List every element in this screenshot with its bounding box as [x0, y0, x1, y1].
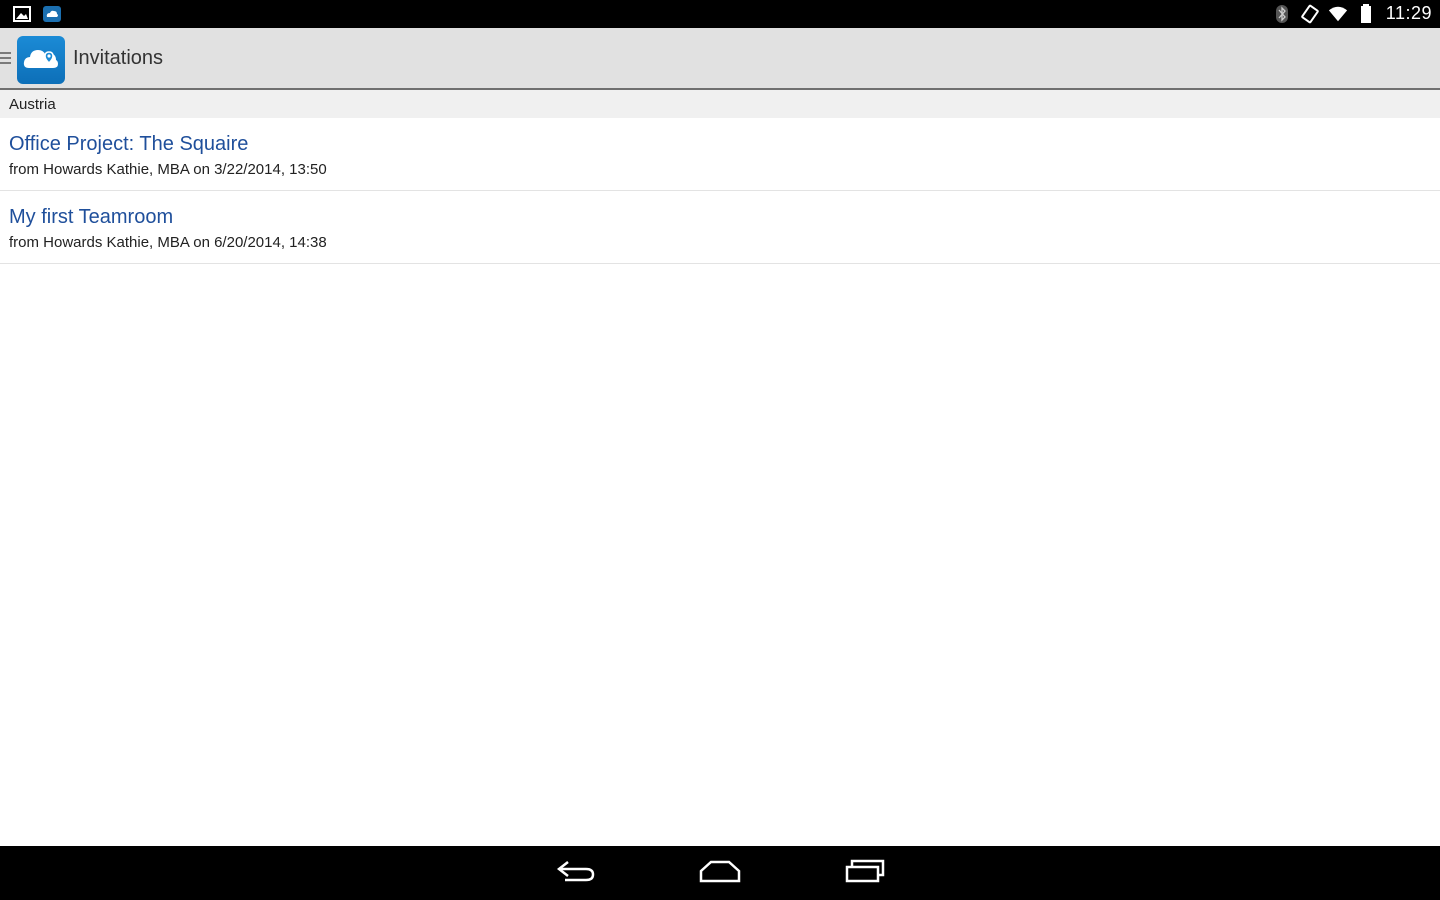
page-title: Invitations	[73, 47, 164, 69]
screen: 11:29 Invitations Austria Office Project…	[0, 0, 1440, 900]
invitation-title: Office Project: The Squaire	[9, 133, 249, 155]
gallery-icon	[12, 4, 32, 24]
bluetooth-icon	[1272, 4, 1292, 24]
action-bar: Invitations	[0, 28, 1440, 90]
status-time: 11:29	[1385, 3, 1432, 23]
app-home-button[interactable]	[17, 36, 65, 84]
invitation-subtitle: from Howards Kathie, MBA on 3/22/2014, 1…	[9, 161, 327, 178]
menu-icon[interactable]	[0, 52, 12, 66]
invitation-title: My first Teamroom	[9, 206, 174, 228]
navigation-bar	[0, 846, 1440, 900]
recent-apps-button[interactable]	[840, 858, 890, 888]
wifi-icon	[1328, 4, 1348, 24]
invitation-item[interactable]: Office Project: The Squaire from Howards…	[0, 118, 1440, 191]
section-header: Austria	[0, 90, 1440, 118]
status-bar: 11:29	[0, 0, 1440, 28]
cloud-location-icon	[23, 44, 59, 77]
invitations-list: Office Project: The Squaire from Howards…	[0, 118, 1440, 264]
app-notification-icon	[42, 4, 62, 24]
invitation-subtitle: from Howards Kathie, MBA on 6/20/2014, 1…	[9, 234, 327, 251]
back-button[interactable]	[551, 858, 601, 888]
section-header-label: Austria	[9, 96, 56, 113]
home-button[interactable]	[695, 858, 745, 888]
battery-icon	[1356, 3, 1376, 24]
back-icon	[556, 858, 596, 889]
home-icon	[699, 859, 741, 888]
rotation-lock-icon	[1300, 4, 1320, 24]
invitation-item[interactable]: My first Teamroom from Howards Kathie, M…	[0, 191, 1440, 264]
recent-apps-icon	[845, 859, 885, 888]
